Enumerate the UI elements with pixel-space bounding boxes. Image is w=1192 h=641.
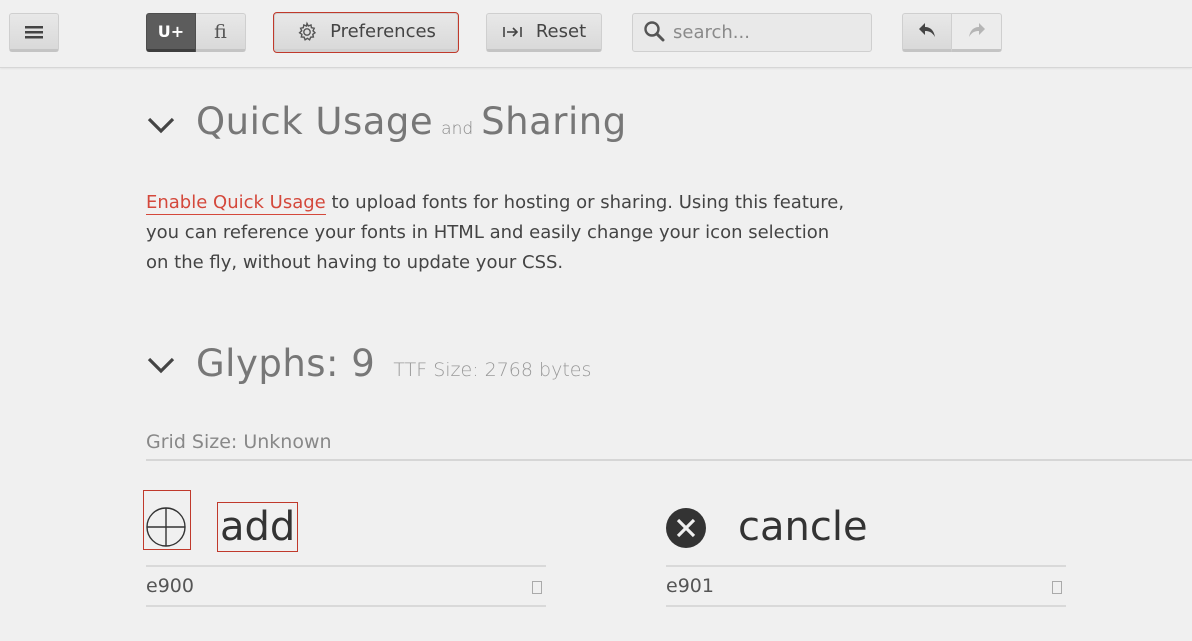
redo-icon: [967, 21, 987, 43]
search-box: [632, 13, 872, 52]
undo-redo-group: [902, 13, 1002, 52]
glyph-name[interactable]: add: [216, 502, 299, 552]
collapse-glyphs-chevron-icon[interactable]: [146, 356, 176, 380]
grid-divider: [146, 459, 1192, 461]
glyph-code-input[interactable]: [146, 575, 506, 597]
unicode-toggle-button[interactable]: U+: [146, 13, 196, 52]
enable-quick-usage-link[interactable]: Enable Quick Usage: [146, 192, 326, 215]
glyph-preview-icon: [1052, 581, 1062, 594]
glyph-code-row: [666, 565, 1066, 607]
search-icon: [643, 20, 665, 46]
hamburger-icon: [25, 25, 43, 39]
search-input[interactable]: [673, 22, 863, 43]
grid-size-label: Grid Size: Unknown: [146, 431, 332, 453]
glyph-name[interactable]: cancle: [738, 503, 868, 551]
glyph-preview-icon: [532, 581, 542, 594]
preferences-label: Preferences: [330, 21, 436, 42]
ttf-size-label: TTF Size: 2768 bytes: [393, 359, 592, 381]
glyph-code-row: [146, 565, 546, 607]
quick-usage-title-joiner: and: [441, 119, 474, 139]
glyphs-heading: Glyphs: 9 TTF Size: 2768 bytes: [196, 342, 591, 385]
preferences-button[interactable]: Preferences: [273, 12, 459, 53]
reset-arrow-icon: [502, 24, 524, 40]
glyph-display-toggle: U+ fi: [146, 13, 246, 52]
menu-button[interactable]: [9, 13, 59, 52]
gear-icon: [296, 21, 318, 43]
circle-plus-icon[interactable]: [143, 490, 191, 550]
sharing-title: Sharing: [481, 100, 627, 143]
reset-label: Reset: [535, 21, 587, 42]
unicode-toggle-label: U+: [157, 22, 185, 41]
quick-usage-title: Quick Usage: [196, 100, 434, 143]
undo-icon: [917, 21, 937, 43]
undo-button[interactable]: [902, 13, 952, 52]
circle-x-icon[interactable]: [666, 491, 712, 549]
ligature-toggle-label: fi: [214, 20, 227, 43]
collapse-quick-usage-chevron-icon[interactable]: [146, 116, 176, 140]
glyphs-title: Glyphs: 9: [196, 342, 376, 385]
glyph-code-input[interactable]: [666, 575, 1026, 597]
ligature-toggle-button[interactable]: fi: [196, 13, 246, 52]
reset-button[interactable]: Reset: [486, 13, 602, 52]
quick-usage-description: Enable Quick Usage to upload fonts for h…: [146, 188, 856, 278]
top-toolbar: U+ fi Preferences Reset search...: [0, 0, 1192, 68]
redo-button[interactable]: [952, 13, 1002, 52]
quick-usage-heading: Quick Usage and Sharing: [196, 100, 627, 143]
